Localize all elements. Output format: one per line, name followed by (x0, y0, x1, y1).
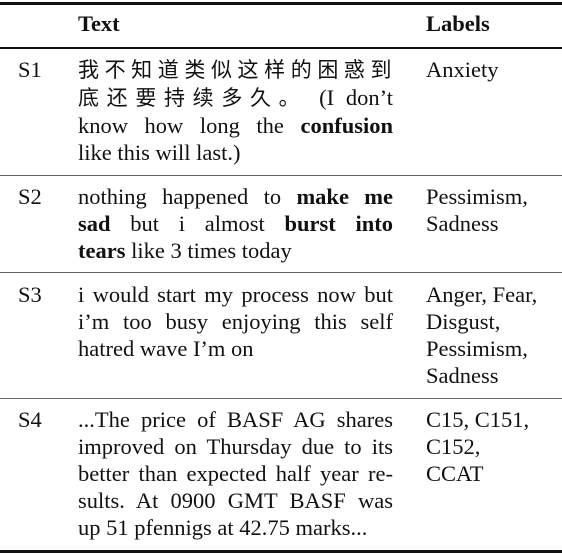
header-text: Text (78, 11, 120, 36)
text-segment: like 3 times today (125, 238, 292, 263)
label-line: Sadness (426, 363, 499, 388)
text-segment: ...The price of BASF AG shares (78, 407, 393, 432)
label-line: Pessimism, (426, 336, 528, 361)
row-labels: Anxiety (426, 56, 556, 83)
row-separator (0, 398, 562, 399)
row-id: S3 (18, 282, 42, 307)
text-segment: hatred wave I’m on (78, 336, 254, 361)
row-id: S2 (18, 184, 42, 209)
emphasized-phrase: make me (296, 184, 393, 209)
row-labels: Anger, Fear, Disgust, Pessimism, Sadness (426, 281, 556, 389)
top-rule (0, 2, 562, 5)
label-line: C152, (426, 434, 481, 459)
label-line: Anxiety (426, 57, 499, 82)
row-text: nothing happened to make me sad but i alm… (78, 183, 393, 264)
row-separator (0, 272, 562, 273)
text-segment: 底还要持续多久。 (78, 86, 308, 110)
row-separator (0, 175, 562, 176)
text-line: tears like 3 times today (78, 237, 393, 264)
row-id: S4 (18, 407, 42, 432)
text-line: sad but i almost burst into (78, 210, 393, 237)
text-line: sults. At 0900 GMT BASF was (78, 487, 393, 514)
row-text: 我不知道类似这样的困惑到 底还要持续多久。 (I don’t know how lo… (78, 56, 393, 166)
text-line: 我不知道类似这样的困惑到 (78, 56, 393, 84)
emphasized-phrase: confusion (300, 113, 393, 138)
text-line: nothing happened to make me (78, 183, 393, 210)
label-line: C15, C151, (426, 407, 530, 432)
label-line: Anger, Fear, (426, 282, 538, 307)
text-segment: (I don’t (307, 85, 394, 110)
text-segment: but i almost (110, 211, 285, 236)
text-segment: 我不知道类似这样的困惑到 (78, 58, 393, 82)
emphasized-phrase: sad (78, 211, 111, 236)
text-line: i would start my process now but (78, 281, 393, 308)
text-segment: better than expected half year re- (78, 461, 393, 486)
emphasized-phrase: burst into (284, 211, 393, 236)
text-segment: improved on Thursday due to its (78, 434, 393, 459)
label-line: Disgust, (426, 309, 501, 334)
label-line: Sadness (426, 211, 499, 236)
emphasized-phrase: tears (78, 238, 126, 263)
text-line: i’m too busy enjoying this self (78, 308, 393, 335)
text-segment: nothing happened to (78, 184, 297, 209)
text-line: improved on Thursday due to its (78, 433, 393, 460)
text-segment: like this will last.) (78, 140, 241, 165)
text-segment: up 51 pfennigs at 42.75 marks... (78, 515, 368, 540)
text-line: 底还要持续多久。 (I don’t (78, 84, 393, 112)
text-segment: i’m too busy enjoying this self (78, 309, 393, 334)
text-segment: i would start my process now but (78, 282, 393, 307)
text-line: hatred wave I’m on (78, 335, 393, 362)
header-labels: Labels (426, 11, 490, 36)
text-segment: sults. At 0900 GMT BASF was (78, 488, 393, 513)
bottom-rule (0, 550, 562, 553)
label-line: Pessimism, (426, 184, 528, 209)
text-line: like this will last.) (78, 139, 393, 166)
row-id: S1 (18, 57, 42, 82)
text-line: better than expected half year re- (78, 460, 393, 487)
text-line: know how long the confusion (78, 112, 393, 139)
text-line: ...The price of BASF AG shares (78, 406, 393, 433)
row-text: i would start my process now but i’m too … (78, 281, 393, 362)
text-line: up 51 pfennigs at 42.75 marks... (78, 514, 393, 541)
header-rule (0, 47, 562, 49)
label-line: CCAT (426, 461, 484, 486)
row-text: ...The price of BASF AG shares improved o… (78, 406, 393, 541)
text-segment: know how long the (78, 113, 301, 138)
row-labels: C15, C151, C152, CCAT (426, 406, 556, 487)
row-labels: Pessimism, Sadness (426, 183, 556, 237)
